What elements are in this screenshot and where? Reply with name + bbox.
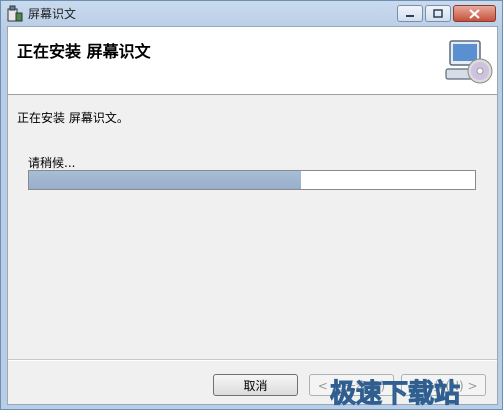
close-icon <box>469 8 480 19</box>
progress-fill <box>29 171 302 189</box>
watermark-text: 极速下载站 <box>330 379 460 407</box>
minimize-button[interactable] <box>397 5 423 22</box>
progress-bar <box>28 170 476 190</box>
banner-heading: 正在安装 屏幕识文 <box>17 42 151 61</box>
window-controls <box>395 5 496 22</box>
installer-window: 屏幕识文 正在安装 屏幕识文 正在安装 屏幕识文。 请稍候... 取消 < 上一… <box>0 0 503 410</box>
installer-app-icon <box>7 5 23 21</box>
maximize-icon <box>433 9 443 18</box>
progress-label: 请稍候... <box>28 156 76 170</box>
client-area: 正在安装 屏幕识文 正在安装 屏幕识文。 请稍候... 取消 < 上一步(B) … <box>7 26 498 405</box>
title-bar[interactable]: 屏幕识文 <box>1 1 502 26</box>
status-text: 正在安装 屏幕识文。 <box>17 111 129 125</box>
computer-cd-icon <box>445 40 493 84</box>
minimize-icon <box>406 14 414 17</box>
header-banner: 正在安装 屏幕识文 <box>8 27 497 95</box>
window-title: 屏幕识文 <box>28 7 77 21</box>
cancel-button[interactable]: 取消 <box>213 374 298 396</box>
watermark-logo: 极速下载站 <box>330 379 461 408</box>
footer-divider <box>8 359 497 361</box>
close-button[interactable] <box>453 5 496 22</box>
maximize-button[interactable] <box>425 5 451 22</box>
